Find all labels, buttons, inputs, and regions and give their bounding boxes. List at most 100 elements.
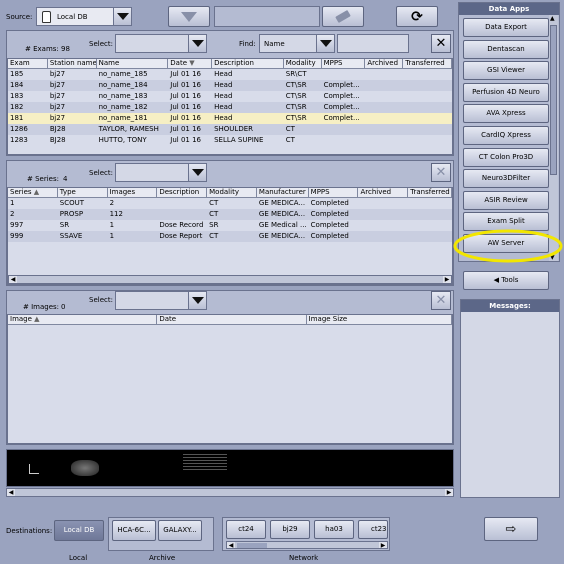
exam-table-row[interactable]: 181 bj27 no_name_181 Jul 01 16 Head CT\SR Comp… [8,113,452,124]
data-apps-scrollbar[interactable]: ▲ ▼ [549,15,558,261]
col-modality[interactable]: Modality [207,188,257,197]
col-mpps[interactable]: MPPS [322,59,366,68]
data-app-button-dentascan[interactable]: Dentascan [463,39,549,59]
exam-table-row[interactable]: 182 bj27 no_name_182 Jul 01 16 Head CT\SR Comp… [8,102,452,113]
exam-table-row[interactable]: 1286 BJ28 TAYLOR, RAMESH Jul 01 16 SHOULDER C… [8,124,452,135]
series-table-row[interactable]: 999 SSAVE 1 Dose Report CT GE MEDICA... Comple… [8,231,452,242]
cell-modality: SR [209,221,219,229]
col-image-size[interactable]: Image Size [307,315,452,324]
find-field-dropdown[interactable]: Name [259,34,335,53]
col-modality[interactable]: Modality [284,59,322,68]
network-destination-button-2[interactable]: bj29 [270,520,310,539]
filter-button[interactable] [168,6,210,27]
exams-table: Exam Station name Name Date ▼ Descriptio… [7,58,453,155]
eraser-button[interactable] [322,6,364,27]
series-panel: # Series: 4 Select: ✕ Series ▲ Type Imag… [6,160,454,286]
scroll-right-icon[interactable]: ▶ [443,276,451,283]
cell-type: PROSP [59,210,84,218]
scroll-left-icon[interactable]: ◀ [7,489,15,496]
network-destination-button-4[interactable]: ct23 [358,520,388,539]
tools-button[interactable]: ◀ Tools [463,271,549,290]
scroll-right-icon[interactable]: ▶ [379,542,387,549]
cell-mpps: Complet... [323,103,360,111]
source-dropdown[interactable]: Local DB [36,7,132,26]
col-description[interactable]: Description [212,59,284,68]
data-app-button-perfusion-4d-neuro[interactable]: Perfusion 4D Neuro [463,82,549,102]
cell-name: no_name_185 [98,70,148,78]
cell-archived [365,113,403,124]
series-select-dropdown[interactable] [115,163,207,182]
network-destination-button-1[interactable]: ct24 [226,520,266,539]
send-button[interactable]: ⇨ [484,517,538,541]
data-app-button-cardiq-xpress[interactable]: CardIQ Xpress [463,126,549,145]
cell-modality: SR\CT [285,70,307,78]
cell-date: Jul 01 16 [170,136,201,144]
col-date[interactable]: Date ▼ [168,59,213,68]
exam-table-row[interactable]: 183 bj27 no_name_183 Jul 01 16 Head CT\SR Comp… [8,91,452,102]
archive-destination-button-2[interactable]: GALAXY... [158,520,202,541]
cell-images: 1 [109,221,115,229]
exam-table-row[interactable]: 1283 BJ28 HUTTO, TONY Jul 01 16 SELLA SUPINE… [8,135,452,146]
cell-exam: 1286 [10,125,28,133]
data-app-button-ct-colon-pro3d[interactable]: CT Colon Pro3D [463,147,549,167]
network-destination-button-3[interactable]: ha03 [314,520,354,539]
dose-report-thumbnail [183,452,227,470]
series-table-row[interactable]: 1 SCOUT 2 CT GE MEDICA... Completed [8,198,452,209]
scroll-left-icon[interactable]: ◀ [227,542,235,549]
col-station-name[interactable]: Station name [48,59,97,68]
find-input[interactable] [337,34,409,53]
chevron-down-icon[interactable] [188,35,206,52]
col-type[interactable]: Type [58,188,108,197]
local-db-destination-button[interactable]: Local DB [54,520,104,541]
col-image[interactable]: Image ▲ [8,315,158,324]
series-horizontal-scrollbar[interactable]: ◀ ▶ [8,275,452,284]
col-transferred[interactable]: Transferred ... [408,188,452,197]
series-clear-button[interactable]: ✕ [431,163,451,182]
col-name[interactable]: Name [97,59,169,68]
network-scrollbar[interactable]: ◀ ▶ [226,541,388,549]
chevron-down-icon[interactable] [188,164,206,181]
series-table-row[interactable]: 2 PROSP 112 CT GE MEDICA... Completed [8,209,452,220]
chevron-down-icon[interactable] [188,292,206,309]
col-mpps[interactable]: MPPS [309,188,359,197]
col-images[interactable]: Images [108,188,158,197]
cell-transferred [403,69,452,80]
scroll-thumb[interactable] [550,25,557,175]
col-archived[interactable]: Archived [358,188,409,197]
col-series[interactable]: Series ▲ [8,188,58,197]
col-transferred[interactable]: Transferred [403,59,452,68]
images-select-dropdown[interactable] [115,291,207,310]
exams-select-dropdown[interactable] [115,34,207,53]
data-app-button-neuro3dfilter[interactable]: Neuro3DFilter [463,169,549,189]
refresh-icon: ⟳ [411,8,423,25]
col-archived[interactable]: Archived [365,59,404,68]
exam-table-row[interactable]: 184 bj27 no_name_184 Jul 01 16 Head CT\SR Comp… [8,80,452,91]
cell-series: 997 [10,221,24,229]
cell-type: SSAVE [59,232,83,240]
cell-modality: CT [285,136,295,144]
scroll-thumb[interactable] [237,543,267,548]
sort-down-icon: ▼ [189,59,195,67]
col-manufacturer[interactable]: Manufacturer [257,188,309,197]
col-exam[interactable]: Exam [8,59,48,68]
data-app-button-data-export[interactable]: Data Export [463,18,549,37]
data-app-button-asir-review[interactable]: ASIR Review [463,190,549,210]
scroll-left-icon[interactable]: ◀ [9,276,17,283]
scroll-right-icon[interactable]: ▶ [445,489,453,496]
scroll-up-icon[interactable]: ▲ [550,15,555,22]
chevron-down-icon[interactable] [316,35,334,52]
archive-destination-button-1[interactable]: HCA-6C... [112,520,156,541]
images-clear-button[interactable]: ✕ [431,291,451,310]
cell-modality: CT [209,199,219,207]
cell-description: Dose Report [159,232,203,240]
series-table-row[interactable]: 997 SR 1 Dose Record SR GE Medical ... Complet… [8,220,452,231]
col-date[interactable]: Date [157,315,307,324]
clear-find-button[interactable]: ✕ [431,34,451,53]
chevron-down-icon[interactable] [113,8,131,25]
preview-horizontal-scrollbar[interactable]: ◀ ▶ [6,488,454,497]
col-description[interactable]: Description [157,188,208,197]
data-app-button-ava-xpress[interactable]: AVA Xpress [463,104,549,124]
exam-table-row[interactable]: 185 bj27 no_name_185 Jul 01 16 Head SR\CT [8,69,452,80]
data-app-button-gsi-viewer[interactable]: GSI Viewer [463,61,549,81]
refresh-button[interactable]: ⟳ [396,6,438,27]
